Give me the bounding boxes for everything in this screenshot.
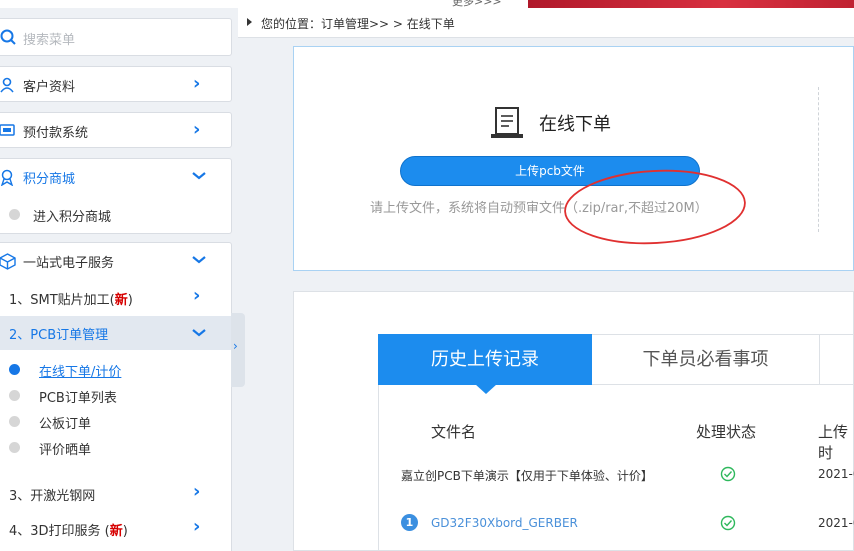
chevron-down-icon: [190, 251, 208, 269]
sidebar-collapse-toggle[interactable]: ›: [231, 313, 245, 387]
history-tabs: 历史上传记录 下单员必看事项: [378, 334, 854, 394]
row-upload-date: 2021-0: [818, 516, 854, 530]
upload-title: 在线下单: [539, 114, 611, 135]
menu-onestop: 一站式电子服务 1、SMT贴片加工(新) › 2、PCB订单管理 在线下单/计价…: [0, 242, 233, 551]
triangle-right-icon: [247, 18, 252, 26]
bullet-dot: [9, 442, 20, 453]
search-icon: [0, 28, 17, 50]
menu-pcb[interactable]: 2、PCB订单管理: [0, 316, 233, 350]
menu-prepay[interactable]: 预付款系统 ›: [0, 112, 232, 148]
menu-pcb-review-label: 评价晒单: [39, 443, 92, 458]
menu-points-enter-label: 进入积分商城: [33, 210, 112, 225]
menu-points-head[interactable]: 积分商城: [0, 159, 233, 195]
history-panel: 历史上传记录 下单员必看事项 文件名 处理状态 上传时 嘉立创PCB下单演示【仅…: [293, 291, 854, 551]
chevron-right-icon: ›: [233, 339, 238, 353]
breadcrumb: 您的位置：订单管理>> > 在线下单: [238, 8, 854, 38]
chevron-right-icon: ›: [193, 285, 201, 306]
row-filename: 嘉立创PCB下单演示【仅用于下单体验、计价】: [401, 469, 653, 483]
menu-points-label: 积分商城: [23, 172, 76, 187]
medal-icon: [0, 169, 15, 190]
sidebar: 搜索菜单 客户资料 › 预付款系统 › 积分商城 进入积分商城 一站式电子服务 …: [0, 8, 238, 551]
bullet-dot: [9, 390, 20, 401]
top-strip: 更多>>>: [0, 0, 854, 8]
upload-panel: 在线下单 上传pcb文件 请上传文件，系统将自动预审文件（.zip/rar,不超…: [293, 46, 854, 271]
wallet-icon: [0, 123, 15, 141]
tab-order-notes[interactable]: 下单员必看事项: [592, 335, 820, 384]
divider: [818, 87, 819, 232]
history-table: 文件名 处理状态 上传时 嘉立创PCB下单演示【仅用于下单体验、计价】 2021…: [378, 385, 854, 551]
row-filename-link[interactable]: GD32F30Xbord_GERBER: [431, 516, 578, 530]
menu-3d-print-label: 4、3D打印服务 (新): [9, 524, 128, 539]
row-number-badge: 1: [401, 514, 418, 531]
more-link[interactable]: 更多>>>: [452, 0, 502, 8]
bullet-dot-active: [9, 364, 20, 375]
chevron-down-icon: [190, 167, 208, 185]
search-input[interactable]: 搜索菜单: [23, 29, 75, 48]
document-icon: [490, 107, 524, 143]
menu-pcb-online-order[interactable]: 在线下单/计价: [0, 356, 233, 382]
chevron-right-icon: ›: [193, 119, 201, 140]
menu-points: 积分商城 进入积分商城: [0, 158, 232, 234]
menu-laser-stencil[interactable]: 3、开激光钢网 ›: [0, 477, 233, 511]
chevron-down-icon: [190, 324, 208, 342]
new-badge: 新: [114, 293, 128, 308]
annotation-ellipse: [560, 167, 750, 251]
col-header-filename: 文件名: [431, 423, 477, 441]
menu-pcb-public-board[interactable]: 公板订单: [0, 408, 233, 434]
menu-pcb-online-order-label: 在线下单/计价: [39, 365, 122, 380]
check-circle-icon: [720, 515, 736, 535]
menu-pcb-order-list-label: PCB订单列表: [39, 391, 117, 406]
menu-smt-label: 1、SMT贴片加工(新): [9, 293, 133, 308]
menu-pcb-label: 2、PCB订单管理: [9, 328, 109, 343]
chevron-right-icon: ›: [193, 481, 201, 502]
menu-onestop-head[interactable]: 一站式电子服务: [0, 243, 233, 279]
box-icon: [0, 253, 16, 274]
breadcrumb-text: 您的位置：订单管理>> > 在线下单: [261, 17, 455, 31]
menu-prepay-label: 预付款系统: [23, 126, 89, 141]
check-circle-icon: [720, 466, 736, 486]
menu-pcb-review[interactable]: 评价晒单: [0, 434, 233, 460]
chevron-right-icon: ›: [193, 73, 201, 94]
menu-smt[interactable]: 1、SMT贴片加工(新) ›: [0, 281, 233, 315]
menu-3d-print[interactable]: 4、3D打印服务 (新) ›: [0, 512, 233, 546]
top-banner[interactable]: [528, 0, 854, 8]
bullet-dot: [9, 209, 20, 220]
menu-customer-label: 客户资料: [23, 80, 76, 95]
menu-laser-stencil-label: 3、开激光钢网: [9, 489, 96, 504]
row-upload-date: 2021-0: [818, 467, 854, 481]
menu-onestop-label: 一站式电子服务: [23, 256, 115, 271]
chevron-right-icon: ›: [193, 516, 201, 537]
bullet-dot: [9, 416, 20, 427]
menu-customer[interactable]: 客户资料 ›: [0, 66, 232, 102]
menu-search[interactable]: 搜索菜单: [0, 18, 232, 56]
menu-pcb-order-list[interactable]: PCB订单列表: [0, 382, 233, 408]
menu-points-enter[interactable]: 进入积分商城: [0, 201, 233, 227]
user-icon: [0, 77, 15, 97]
col-header-status: 处理状态: [696, 423, 757, 441]
tab-upload-history[interactable]: 历史上传记录: [378, 334, 592, 394]
col-header-upload-time: 上传时: [818, 423, 849, 462]
new-badge: 新: [109, 524, 123, 539]
menu-pcb-public-board-label: 公板订单: [39, 417, 92, 432]
